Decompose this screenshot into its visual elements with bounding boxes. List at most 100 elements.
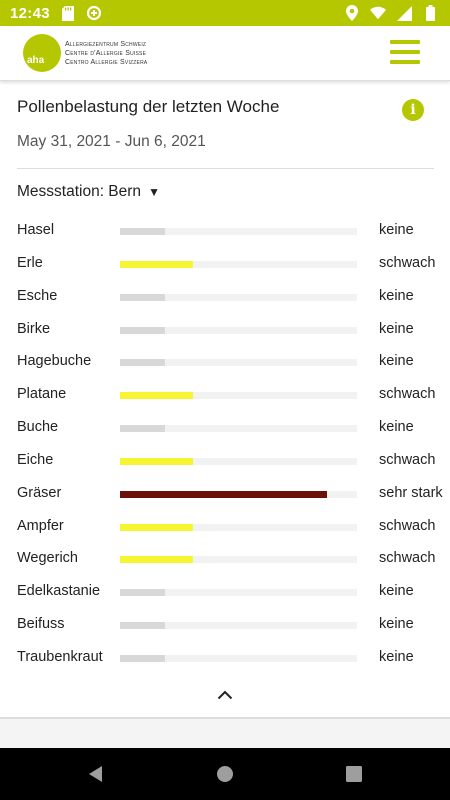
pollen-row: Erle schwach [0, 248, 450, 281]
pollen-bar-track [120, 622, 357, 630]
pollen-name: Hagebuche [17, 353, 92, 370]
pollen-bar-fill [120, 654, 166, 662]
logo-mark-text: aha [27, 55, 45, 66]
logo[interactable]: aha Allergiezentrum Schweiz Centre d'All… [23, 34, 147, 72]
back-icon[interactable] [84, 762, 108, 786]
pollen-level: keine [379, 419, 414, 436]
pollen-level: keine [379, 353, 414, 370]
pollen-bar-fill [120, 359, 166, 367]
pollen-level: schwach [379, 550, 436, 567]
pollen-bar-fill [120, 457, 194, 465]
pollen-level: schwach [379, 451, 436, 468]
pollen-bar-track [120, 523, 357, 531]
pollen-row: Esche keine [0, 281, 450, 314]
chevron-up-icon[interactable] [212, 684, 238, 706]
pollen-level: schwach [379, 386, 436, 403]
signal-icon [396, 5, 412, 21]
hamburger-menu-icon[interactable] [390, 40, 420, 64]
pollen-bar-track [120, 556, 357, 564]
caret-down-icon: ▼ [148, 185, 160, 199]
pollen-bar-track [120, 490, 357, 498]
station-label: Messstation: Bern [17, 183, 142, 200]
info-icon[interactable]: i [402, 99, 424, 121]
pollen-bar-track [120, 260, 357, 268]
pollen-row: Wegerich schwach [0, 543, 450, 576]
pollen-list: Hasel keine Erle schwach Esche keine Birke kein… [0, 215, 450, 675]
pollen-row: Hagebuche keine [0, 346, 450, 379]
pollen-bar-fill [120, 228, 166, 235]
status-left: 12:43 [10, 5, 102, 22]
pollen-row: Traubenkraut keine [0, 642, 450, 675]
logo-text: Allergiezentrum Schweiz Centre d'Allergi… [65, 40, 147, 67]
pollen-level: keine [379, 616, 414, 633]
pollen-level: keine [379, 287, 414, 304]
pollen-bar-track [120, 457, 357, 465]
pollen-level: sehr stark [379, 484, 443, 501]
pollen-bar-fill [120, 425, 166, 433]
pollen-bar-fill [120, 392, 194, 400]
pollen-name: Birke [17, 320, 51, 337]
pollen-row: Birke keine [0, 314, 450, 347]
pollen-bar-fill [120, 523, 194, 531]
next-card-edge [0, 719, 450, 748]
pollen-name: Gräser [17, 484, 62, 501]
system-nav-bar [0, 748, 450, 800]
pollen-row: Hasel keine [0, 215, 450, 248]
recents-icon[interactable] [342, 762, 366, 786]
menu-bar [390, 60, 420, 64]
pollen-bar-fill [120, 326, 166, 334]
logo-mark: aha [23, 34, 61, 72]
pollen-name: Wegerich [17, 550, 78, 567]
pollen-level: keine [379, 222, 414, 238]
pollen-name: Esche [17, 287, 58, 304]
pollen-level: keine [379, 648, 414, 665]
pollen-name: Platane [17, 386, 67, 403]
pollen-bar-fill [120, 556, 194, 564]
menu-bar [390, 50, 420, 54]
divider [17, 168, 434, 169]
page-title: Pollenbelastung der letzten Woche [17, 97, 280, 116]
pollen-bar-track [120, 228, 357, 235]
pollen-row: Beifuss keine [0, 609, 450, 642]
station-selector[interactable]: Messstation: Bern ▼ [17, 183, 160, 201]
logo-line-1: Allergiezentrum Schweiz [65, 40, 147, 48]
pollen-level: keine [379, 583, 414, 600]
logo-line-3: Centro Allergie Svizzera [65, 58, 148, 66]
pollen-bar-fill [120, 490, 328, 498]
pollen-level: keine [379, 320, 414, 337]
status-right [344, 5, 438, 21]
pollen-bar-track [120, 589, 357, 597]
pollen-name: Hasel [17, 222, 55, 238]
pollen-level: schwach [379, 517, 436, 534]
date-range: May 31, 2021 - Jun 6, 2021 [17, 133, 206, 150]
location-icon [344, 5, 360, 21]
pollen-name: Ampfer [17, 517, 64, 534]
pollen-bar-fill [120, 293, 166, 301]
pollen-bar-track [120, 425, 357, 433]
data-saver-icon [86, 5, 102, 21]
battery-icon [422, 5, 438, 21]
pollen-bar-fill [120, 622, 166, 630]
pollen-row: Platane schwach [0, 379, 450, 412]
pollen-bar-fill [120, 589, 166, 597]
app-header: aha Allergiezentrum Schweiz Centre d'All… [0, 26, 450, 81]
pollen-name: Traubenkraut [17, 648, 103, 665]
wifi-icon [370, 5, 386, 21]
home-icon[interactable] [213, 762, 237, 786]
pollen-bar-track [120, 326, 357, 334]
pollen-bar-track [120, 392, 357, 400]
menu-bar [390, 40, 420, 44]
pollen-name: Edelkastanie [17, 583, 101, 600]
logo-line-2: Centre d'Allergie Suisse [65, 49, 147, 57]
pollen-name: Erle [17, 254, 43, 271]
pollen-bar-fill [120, 260, 194, 268]
status-bar: 12:43 [0, 0, 450, 26]
status-time: 12:43 [10, 4, 50, 22]
pollen-name: Eiche [17, 451, 54, 468]
pollen-row: Ampfer schwach [0, 511, 450, 544]
pollen-name: Beifuss [17, 616, 65, 633]
pollen-row: Buche keine [0, 412, 450, 445]
pollen-bar-track [120, 293, 357, 301]
pollen-name: Buche [17, 419, 59, 436]
pollen-bar-track [120, 359, 357, 367]
